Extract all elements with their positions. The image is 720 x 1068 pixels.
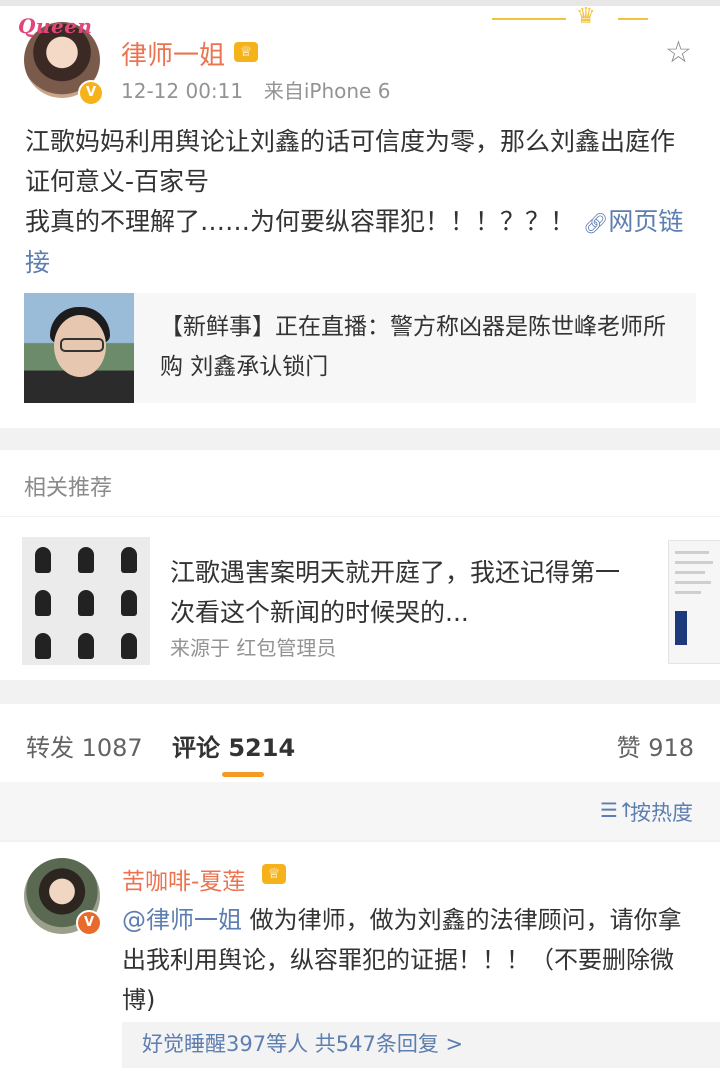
post-content: 江歌妈妈利用舆论让刘鑫的话可信度为零，那么刘鑫出庭作证何意义-百家号 我真的不理… [25,122,697,283]
crown-icon: ♛ [576,4,596,29]
replies-summary: 好觉睡醒397等人 共547条回复 > [142,1032,464,1056]
comment-username[interactable]: 苦咖啡-夏莲 [122,862,245,896]
post-text-line2: 我真的不理解了……为何要纵容罪犯！！！？？！ [25,207,576,236]
related-item[interactable]: 江歌遇害案明天就开庭了，我还记得第一次看这个新闻的时候哭的... 来源于 红包管… [0,517,720,680]
active-tab-indicator [222,772,264,777]
comment-text: @律师一姐 做为律师，做为刘鑫的法律顾问，请你拿出我利用舆论，纵容罪犯的证据！！… [122,900,702,1020]
post-timestamp: 12-12 00:11 [121,79,244,103]
decoration-line [492,18,566,20]
post-source: 来自iPhone 6 [263,79,391,103]
tab-like[interactable]: 赞 918 [617,728,694,763]
shared-article-title: 【新鲜事】正在直播：警方称凶器是陈世峰老师所购 刘鑫承认锁门 [160,314,666,380]
post-username[interactable]: 律师一姐 [121,35,225,72]
sort-bar: ☰↑ 按热度 [0,782,720,840]
crown-icon: ♕ [234,42,258,62]
related-thumbnail [22,537,150,665]
related-preview-peek[interactable] [668,540,720,664]
thumb-glasses [60,338,104,352]
star-icon[interactable]: ☆ [665,38,692,68]
shared-article-card[interactable]: 【新鲜事】正在直播：警方称凶器是陈世峰老师所购 刘鑫承认锁门 [24,293,696,403]
sort-by-hot-button[interactable]: 按热度 [630,797,693,827]
related-item-title: 江歌遇害案明天就开庭了，我还记得第一次看这个新闻的时候哭的... [170,558,621,627]
comment-replies[interactable]: 好觉睡醒397等人 共547条回复 > [122,1022,720,1068]
shared-article-thumbnail [24,293,134,403]
tab-comment[interactable]: 评论 5214 [172,728,295,763]
related-title: 相关推荐 [24,476,113,501]
avatar-queen-tag: Queen [18,14,93,38]
comment-item: V 苦咖啡-夏莲 ♕ @律师一姐 做为律师，做为刘鑫的法律顾问，请你拿出我利用舆… [0,842,720,1068]
decoration-line [618,18,648,20]
post-card: ♛ Queen V 律师一姐 ♕ 12-12 00:11 来自iPhone 6 … [0,0,720,428]
post-text-line1: 江歌妈妈利用舆论让刘鑫的话可信度为零，那么刘鑫出庭作证何意义-百家号 [25,127,676,196]
related-section-header: 相关推荐 [0,450,720,516]
interaction-tabs: 转发 1087 评论 5214 赞 918 [0,704,720,782]
tab-repost[interactable]: 转发 1087 [26,728,143,763]
link-icon: 🔗︎ [582,211,609,235]
top-divider [0,0,720,6]
verified-icon: V [76,910,102,936]
comment-mention[interactable]: @律师一姐 [122,906,242,934]
related-item-source: 来源于 红包管理员 [170,636,337,660]
verified-icon: V [78,80,104,106]
crown-icon: ♕ [262,864,286,884]
post-time-source: 12-12 00:11 来自iPhone 6 [121,75,390,104]
